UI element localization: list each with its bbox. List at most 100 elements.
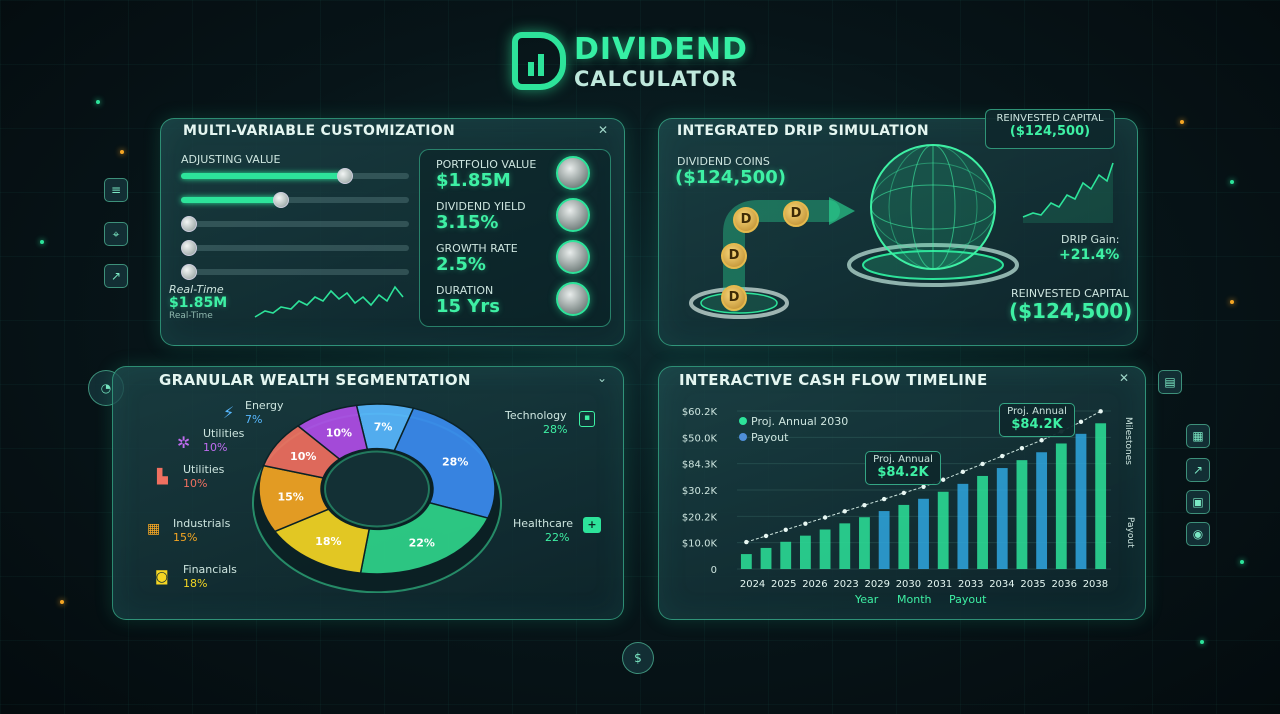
- legend-pct: 7%: [245, 413, 263, 426]
- donut-slice-label: 15%: [277, 491, 303, 504]
- slider-handle[interactable]: [273, 192, 290, 208]
- slider-extra[interactable]: [181, 264, 409, 280]
- customization-title: MULTI-VARIABLE CUSTOMIZATION: [183, 123, 456, 139]
- trend-icon[interactable]: ↗: [1186, 458, 1210, 482]
- callout-label: Proj. Annual: [1007, 406, 1067, 417]
- legend-label: Payout: [751, 431, 789, 444]
- legend-name: Industrials: [173, 517, 231, 530]
- slider-handle[interactable]: [181, 216, 197, 232]
- dividend-coin: D: [721, 243, 747, 269]
- y-tick-label: $50.0K: [682, 433, 718, 444]
- lightning-icon: ⚡: [223, 403, 235, 422]
- glow-dot: [96, 100, 100, 104]
- projection-point: [881, 496, 887, 502]
- projection-callout: Proj. Annual $84.2K: [865, 451, 941, 485]
- reinvested-value: ($124,500): [1009, 299, 1133, 323]
- slider-yield[interactable]: [181, 192, 409, 208]
- slider-fill: [181, 173, 346, 179]
- close-icon[interactable]: ✕: [1119, 371, 1129, 385]
- x-tick-label: 2033: [958, 579, 983, 590]
- legend-name: Energy: [245, 399, 284, 412]
- x-tick-label: 2023: [833, 579, 858, 590]
- bar: [780, 541, 792, 569]
- segmentation-panel: GRANULAR WEALTH SEGMENTATION ⌄ 7% 28% 22% 1…: [112, 366, 624, 620]
- y-tick-label: $30.2K: [682, 486, 718, 497]
- x-footer-label[interactable]: Month: [897, 593, 931, 606]
- slider-handle[interactable]: [337, 168, 354, 184]
- projection-point: [980, 461, 985, 467]
- user-icon[interactable]: ◉: [1186, 522, 1210, 546]
- x-tick-label: 2031: [927, 579, 952, 590]
- right-axis-label: Payout: [1125, 517, 1135, 548]
- glow-dot: [1200, 640, 1204, 644]
- chip-icon: ▪: [579, 411, 595, 427]
- bar: [898, 504, 910, 569]
- drip-panel: INTEGRATED DRIP SIMULATION DIVIDEND COIN…: [658, 109, 1138, 346]
- bar: [1055, 443, 1067, 569]
- projection-point: [1098, 409, 1103, 414]
- bar: [839, 523, 851, 569]
- bar: [1095, 423, 1107, 569]
- reinvested-callout: REINVESTED CAPITAL ($124,500): [985, 109, 1115, 149]
- x-footer-label[interactable]: Year: [855, 593, 878, 606]
- projection-point: [744, 539, 749, 545]
- slider-growth[interactable]: [181, 216, 409, 232]
- x-tick-label: 2026: [802, 579, 827, 590]
- x-tick-label: 2029: [865, 579, 890, 590]
- donut-hole: [324, 450, 430, 528]
- projection-point: [783, 527, 788, 532]
- chevron-down-icon[interactable]: ⌄: [597, 371, 607, 385]
- adjusting-label: ADJUSTING VALUE: [181, 153, 281, 166]
- y-tick-label: $20.2K: [682, 512, 718, 523]
- slider-duration[interactable]: [181, 240, 409, 256]
- duration-dial[interactable]: [556, 282, 590, 316]
- donut-slice-label: 7%: [374, 421, 393, 434]
- portfolio-dial[interactable]: [556, 156, 590, 190]
- projection-callout: Proj. Annual $84.2K: [999, 403, 1075, 437]
- projection-point: [822, 515, 828, 520]
- legend-swatch: [739, 417, 747, 425]
- x-tick-label: 2025: [771, 579, 796, 590]
- wallet-icon[interactable]: ▣: [1186, 490, 1210, 514]
- glow-dot: [1230, 300, 1234, 304]
- realtime-value: $1.85M: [169, 295, 228, 311]
- legend-pct: 22%: [545, 531, 570, 544]
- network-icon[interactable]: ⌖: [104, 222, 128, 246]
- drip-gain-label: DRIP Gain:: [1061, 233, 1120, 246]
- stack-icon[interactable]: ▤: [1158, 370, 1182, 394]
- report-icon[interactable]: ▦: [1186, 424, 1210, 448]
- bar: [859, 517, 870, 569]
- slider-handle[interactable]: [181, 264, 197, 280]
- segmentation-title: GRANULAR WEALTH SEGMENTATION: [159, 371, 471, 389]
- x-footer-label[interactable]: Payout: [949, 593, 986, 606]
- legend-swatch: [739, 433, 747, 441]
- metric-value: $1.85M: [436, 170, 511, 191]
- slider-fill: [181, 197, 282, 203]
- sliders-icon[interactable]: ≡: [104, 178, 128, 202]
- projection-point: [763, 533, 769, 539]
- timeline-title: INTERACTIVE CASH FLOW TIMELINE: [679, 371, 988, 389]
- bar: [1016, 460, 1028, 569]
- trend-icon[interactable]: ↗: [104, 264, 128, 288]
- bar: [1036, 452, 1048, 569]
- x-tick-label: 2024: [740, 579, 765, 590]
- projection-point: [960, 469, 966, 475]
- projection-point: [1078, 419, 1084, 425]
- glow-dot: [1240, 560, 1244, 564]
- bar: [878, 511, 890, 569]
- yield-dial[interactable]: [556, 198, 590, 232]
- x-tick-label: 2034: [989, 579, 1014, 590]
- projection-point: [901, 490, 907, 496]
- network-icon: ✲: [177, 433, 191, 452]
- growth-dial[interactable]: [556, 240, 590, 274]
- dollar-icon[interactable]: $: [622, 642, 654, 674]
- legend-pct: 18%: [183, 577, 208, 590]
- callout-value: $84.2K: [1011, 417, 1063, 432]
- projection-point: [862, 503, 867, 508]
- slider-portfolio[interactable]: [181, 168, 409, 184]
- projection-point: [921, 484, 926, 489]
- close-icon[interactable]: ✕: [598, 123, 608, 137]
- legend-name: Healthcare: [513, 517, 573, 530]
- glow-dot: [60, 600, 64, 604]
- slider-handle[interactable]: [181, 240, 197, 256]
